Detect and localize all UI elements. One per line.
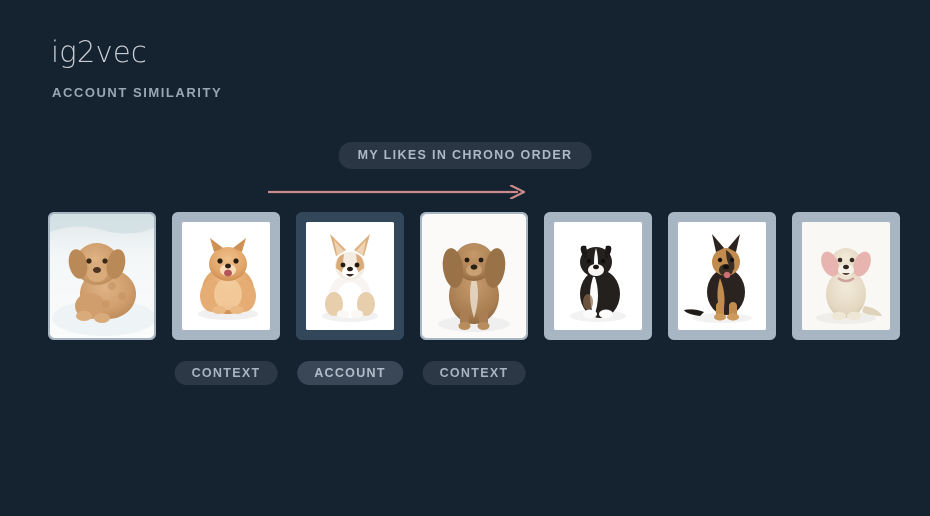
page-subtitle: ACCOUNT SIMILARITY bbox=[52, 85, 223, 100]
post-thumbnail bbox=[422, 214, 526, 338]
post-thumbnail bbox=[50, 214, 154, 338]
tag-context-left: CONTEXT bbox=[174, 361, 278, 385]
post-card[interactable] bbox=[792, 212, 900, 340]
tag-account: ACCOUNT bbox=[297, 361, 403, 385]
account-thumbnail bbox=[306, 222, 394, 330]
post-thumbnail bbox=[182, 222, 270, 330]
role-tag-row: CONTEXT ACCOUNT CONTEXT bbox=[0, 361, 930, 385]
liked-posts-row bbox=[48, 212, 900, 340]
chrono-order-badge: MY LIKES IN CHRONO ORDER bbox=[338, 142, 592, 169]
post-thumbnail bbox=[678, 222, 766, 330]
chrono-arrow-icon bbox=[268, 185, 528, 199]
post-thumbnail bbox=[554, 222, 642, 330]
page-title: ig2vec bbox=[51, 35, 148, 69]
account-card[interactable] bbox=[296, 212, 404, 340]
post-card[interactable] bbox=[48, 212, 156, 340]
post-card[interactable] bbox=[668, 212, 776, 340]
post-card[interactable] bbox=[172, 212, 280, 340]
post-card[interactable] bbox=[544, 212, 652, 340]
post-card[interactable] bbox=[420, 212, 528, 340]
post-thumbnail bbox=[802, 222, 890, 330]
tag-context-right: CONTEXT bbox=[422, 361, 526, 385]
slide-root: ig2vec ACCOUNT SIMILARITY MY LIKES IN CH… bbox=[0, 0, 930, 516]
